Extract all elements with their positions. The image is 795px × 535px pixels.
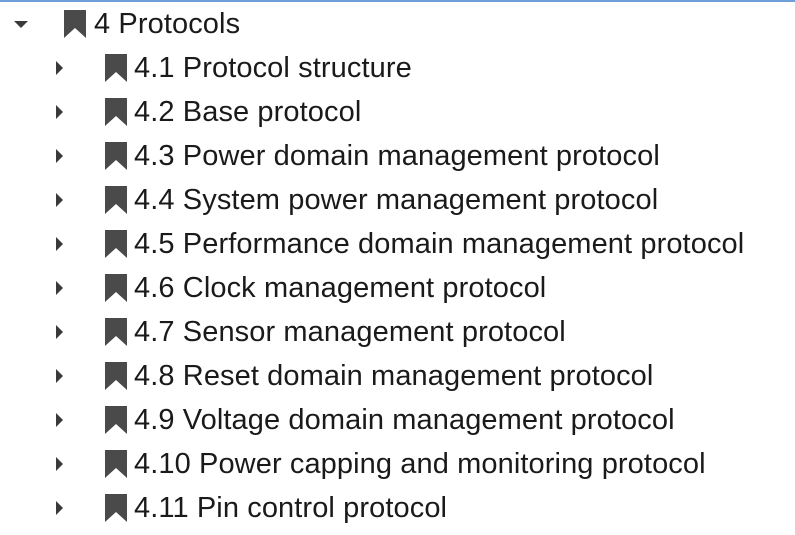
collapse-chevron-icon[interactable] (14, 21, 28, 28)
tree-item[interactable]: 4.2 Base protocol (0, 90, 795, 134)
expand-chevron-icon[interactable] (56, 193, 63, 207)
bookmark-icon (105, 186, 127, 214)
tree-item[interactable]: 4.8 Reset domain management protocol (0, 354, 795, 398)
tree-item[interactable]: 4.4 System power management protocol (0, 178, 795, 222)
bookmark-icon (105, 450, 127, 478)
bookmark-tree: 4 Protocols 4.1 Protocol structure 4.2 Ba… (0, 2, 795, 530)
tree-item-label: 4.10 Power capping and monitoring protoc… (134, 448, 706, 480)
tree-item-label: 4.7 Sensor management protocol (134, 316, 566, 348)
tree-item[interactable]: 4.7 Sensor management protocol (0, 310, 795, 354)
bookmark-icon (105, 98, 127, 126)
expand-chevron-icon[interactable] (56, 105, 63, 119)
bookmark-icon (105, 362, 127, 390)
tree-item-label: 4.3 Power domain management protocol (134, 140, 660, 172)
expand-chevron-icon[interactable] (56, 61, 63, 75)
tree-item-label: 4.9 Voltage domain management protocol (134, 404, 675, 436)
tree-item-label: 4.1 Protocol structure (134, 52, 412, 84)
expand-chevron-icon[interactable] (56, 237, 63, 251)
tree-children: 4.1 Protocol structure 4.2 Base protocol 4… (0, 46, 795, 530)
bookmark-icon (105, 142, 127, 170)
expand-chevron-icon[interactable] (56, 325, 63, 339)
tree-item-4-protocols[interactable]: 4 Protocols (0, 2, 795, 46)
tree-item[interactable]: 4.5 Performance domain management protoc… (0, 222, 795, 266)
tree-item[interactable]: 4.1 Protocol structure (0, 46, 795, 90)
tree-item-label: 4.11 Pin control protocol (134, 492, 448, 524)
tree-item[interactable]: 4.10 Power capping and monitoring protoc… (0, 442, 795, 486)
expand-chevron-icon[interactable] (56, 413, 63, 427)
bookmark-icon (105, 318, 127, 346)
tree-item-label: 4.6 Clock management protocol (134, 272, 547, 304)
tree-item-label: 4.2 Base protocol (134, 96, 362, 128)
bookmark-icon (105, 494, 127, 522)
tree-item[interactable]: 4.3 Power domain management protocol (0, 134, 795, 178)
expand-chevron-icon[interactable] (56, 501, 63, 515)
tree-item-label: 4.8 Reset domain management protocol (134, 360, 654, 392)
bookmark-icon (105, 54, 127, 82)
expand-chevron-icon[interactable] (56, 457, 63, 471)
bookmark-icon (105, 274, 127, 302)
tree-item-label: 4.5 Performance domain management protoc… (134, 228, 745, 260)
expand-chevron-icon[interactable] (56, 281, 63, 295)
tree-item[interactable]: 4.11 Pin control protocol (0, 486, 795, 530)
tree-item-label: 4 Protocols (94, 8, 241, 40)
tree-item[interactable]: 4.6 Clock management protocol (0, 266, 795, 310)
bookmark-icon (105, 230, 127, 258)
expand-chevron-icon[interactable] (56, 149, 63, 163)
bookmark-icon (105, 406, 127, 434)
tree-item-label: 4.4 System power management protocol (134, 184, 659, 216)
expand-chevron-icon[interactable] (56, 369, 63, 383)
bookmark-icon (64, 10, 86, 38)
tree-item[interactable]: 4.9 Voltage domain management protocol (0, 398, 795, 442)
